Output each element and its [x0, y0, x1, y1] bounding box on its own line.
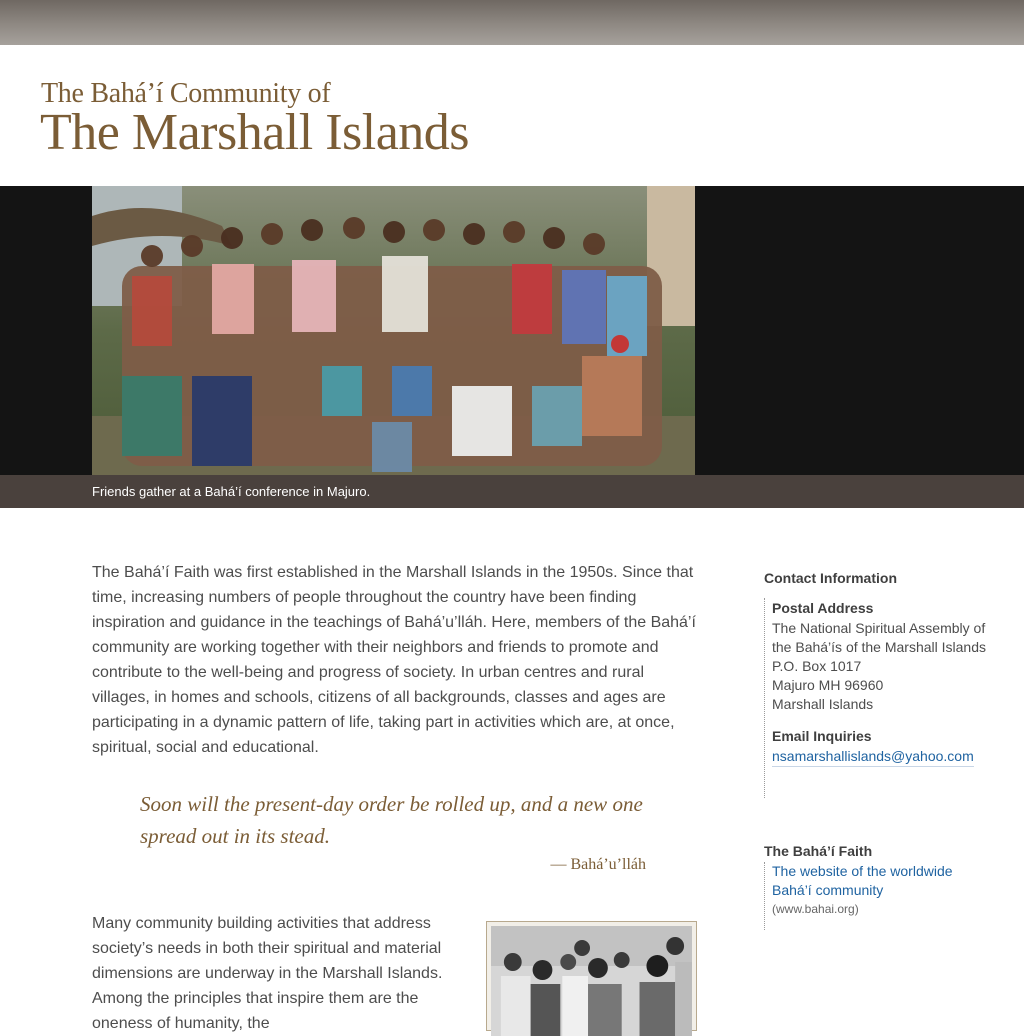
body-paragraph: Many community building activities that …	[92, 915, 443, 1032]
email-link[interactable]: nsamarshallislands@yahoo.com	[772, 747, 974, 767]
caption-bar: Friends gather at a Bahá’í conference in…	[0, 475, 1024, 508]
hero-caption: Friends gather at a Bahá’í conference in…	[92, 484, 371, 499]
faith-heading: The Bahá’í Faith	[764, 843, 873, 859]
contact-heading: Contact Information	[764, 570, 897, 586]
secondary-photo-frame	[486, 921, 697, 1036]
intro-paragraph: The Bahá’í Faith was first established i…	[92, 564, 696, 756]
pull-quote: Soon will the present-day order be rolle…	[140, 792, 643, 848]
address-line: Majuro MH 96960	[772, 677, 884, 693]
address-line: P.O. Box 1017	[772, 658, 862, 674]
email-label: Email Inquiries	[772, 728, 872, 744]
bahai-url: (www.bahai.org)	[772, 902, 859, 916]
bahai-link-line1: The website of the worldwide	[772, 863, 953, 879]
faith-block: The website of the worldwide Bahá’í comm…	[764, 862, 1004, 930]
masthead: The Bahá’í Community of The Marshall Isl…	[0, 45, 1024, 186]
hero-band	[0, 186, 1024, 475]
quote-attribution: — Bahá’u’lláh	[550, 856, 646, 873]
site-title[interactable]: The Marshall Islands	[40, 103, 470, 162]
postal-label: Postal Address	[772, 600, 874, 616]
top-gradient-bar	[0, 0, 1024, 45]
secondary-photo	[491, 926, 692, 1036]
bahai-link-line2: Bahá’í community	[772, 882, 884, 898]
address-line: The National Spiritual Assembly of	[772, 620, 986, 636]
hero-photo	[92, 186, 695, 475]
address-line: Marshall Islands	[772, 696, 874, 712]
contact-block: Postal Address The National Spiritual As…	[764, 598, 1004, 798]
address-line: the Bahá’ís of the Marshall Islands	[772, 639, 987, 655]
bahai-website-link[interactable]: The website of the worldwide Bahá’í comm…	[772, 862, 1004, 900]
